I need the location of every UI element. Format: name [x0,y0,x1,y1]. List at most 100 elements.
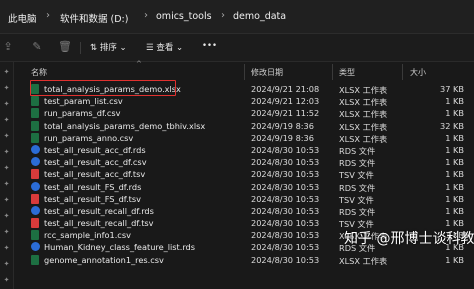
pin-icon: ✦ [3,132,10,140]
file-name: total_analysis_params_demo_tbhiv.xlsx [44,120,206,131]
command-bar: ⇪ ✎ 🗑 ⇅ 排序 ⌄ ☰ 查看 ⌄ ••• [0,34,474,62]
pin-icon: ✦ [3,196,10,204]
file-type: RDS 文件 [339,145,376,156]
file-size: 1 KB [445,218,464,229]
file-modified: 2024/9/21 11:52 [251,108,320,119]
rename-icon[interactable]: ✎ [30,40,44,54]
file-type: XLSX 工作表 [339,109,388,120]
file-modified: 2024/9/21 21:08 [251,84,320,94]
file-name: run_params_anno.csv [44,132,134,143]
file-modified: 2024/8/30 10:53 [251,242,320,253]
column-type[interactable]: 类型 [339,67,355,78]
excel-file-icon [31,254,39,265]
pin-icon: ✦ [3,164,10,172]
sort-button[interactable]: ⇅ 排序 ⌄ [90,41,127,53]
pin-icon: ✦ [3,180,10,188]
file-row[interactable]: total_analysis_params_demo_tbhiv.xlsx 202… [14,120,474,132]
rds-file-icon [31,181,40,191]
file-type: XLSX 工作表 [339,133,388,144]
view-button[interactable]: ☰ 查看 ⌄ [146,41,183,53]
file-size: 1 KB [445,181,464,192]
file-type: RDS 文件 [339,182,376,193]
pin-icon: ✦ [3,276,10,284]
file-name: test_all_result_FS_df.rds [44,181,142,192]
file-row[interactable]: run_params_df.csv 2024/9/21 11:52 XLSX 工作表… [14,107,474,119]
excel-file-icon [31,132,39,143]
file-row[interactable]: test_all_result_acc_df.tsv 2024/8/30 10:5… [14,168,474,180]
toolbar-divider [80,42,81,54]
file-row[interactable]: test_all_result_FS_df.rds 2024/8/30 10:53… [14,181,474,193]
file-modified: 2024/8/30 10:53 [251,218,320,229]
file-name: test_all_result_recall_df.tsv [44,218,154,229]
file-row[interactable]: test_all_result_acc_df.csv 2024/8/30 10:5… [14,156,474,168]
column-modified[interactable]: 修改日期 [251,67,283,78]
breadcrumb-separator: › [46,10,50,21]
file-size: 1 KB [445,144,464,155]
breadcrumb-separator: › [144,10,148,21]
file-size: 37 KB [439,84,464,94]
file-type: XLSX 工作表 [339,97,388,108]
file-type: RDS 文件 [339,158,376,169]
file-type: XLSX 工作表 [339,85,388,95]
file-type: XLSX 工作表 [339,121,388,132]
file-size: 32 KB [439,120,464,131]
file-modified: 2024/9/19 8:36 [251,120,314,131]
column-divider[interactable] [332,64,333,80]
file-name: test_all_result_recall_df.rds [44,205,154,216]
file-type: TSV 文件 [339,194,374,205]
navigation-pane[interactable]: ✦ ✦ ✦ ✦ ✦ ✦ ✦ ✦ ✦ ✦ ✦ ✦ ✦ ✦ [0,62,14,289]
tsv-file-icon [31,193,39,204]
pin-icon: ✦ [3,84,10,92]
rds-file-icon [31,205,40,215]
breadcrumb-omics-tools[interactable]: omics_tools [156,11,212,22]
watermark: 知乎 @邢博士谈科教 [344,231,474,247]
excel-file-icon [31,120,39,131]
column-name[interactable]: 名称 [31,67,47,78]
file-modified: 2024/8/30 10:53 [251,157,320,168]
file-row[interactable]: genome_annotation1_res.csv 2024/8/30 10:5… [14,254,474,266]
breadcrumb-separator: › [221,10,225,21]
file-size: 1 KB [445,254,464,265]
file-name: test_param_list.csv [44,96,123,107]
excel-file-icon [31,96,39,107]
pin-icon: ✦ [3,212,10,220]
file-type: RDS 文件 [339,206,376,217]
file-row[interactable]: test_all_result_recall_df.rds 2024/8/30 1… [14,205,474,217]
file-modified: 2024/8/30 10:53 [251,230,320,241]
file-modified: 2024/8/30 10:53 [251,205,320,216]
file-size: 1 KB [445,132,464,143]
column-divider[interactable] [244,64,245,80]
breadcrumb-drive[interactable]: 软件和数据 (D:) [60,11,128,25]
column-header: 名称 修改日期 类型 大小 [14,64,474,80]
pin-icon: ✦ [3,116,10,124]
file-name: Human_Kidney_class_feature_list.rds [44,242,196,253]
file-size: 1 KB [445,157,464,168]
pin-icon: ✦ [3,100,10,108]
file-name: test_all_result_acc_df.rds [44,144,146,155]
column-size[interactable]: 大小 [410,67,426,78]
share-icon[interactable]: ⇪ [1,40,15,54]
column-divider[interactable] [402,64,403,80]
file-row[interactable]: run_params_anno.csv 2024/9/19 8:36 XLSX 工作… [14,132,474,144]
pin-icon: ✦ [3,148,10,156]
delete-icon[interactable]: 🗑 [58,40,72,54]
file-modified: 2024/8/30 10:53 [251,193,320,204]
sort-label: 排序 [99,43,117,53]
file-name: test_all_result_acc_df.tsv [44,169,146,180]
file-name: genome_annotation1_res.csv [44,254,164,265]
pin-icon: ✦ [3,68,10,76]
highlight-box [30,80,176,96]
file-type: XLSX 工作表 [339,255,388,266]
pin-icon: ✦ [3,244,10,252]
breadcrumb-demo-data[interactable]: demo_data [233,11,286,22]
file-type: TSV 文件 [339,170,374,181]
rds-file-icon [31,157,40,167]
file-row[interactable]: test_param_list.csv 2024/9/21 12:03 XLSX 工… [14,95,474,107]
rds-file-icon [31,144,40,154]
file-row[interactable]: test_all_result_FS_df.tsv 2024/8/30 10:53… [14,193,474,205]
file-size: 1 KB [445,205,464,216]
more-options-button[interactable]: ••• [202,41,217,51]
file-size: 1 KB [445,169,464,180]
file-row[interactable]: test_all_result_acc_df.rds 2024/8/30 10:5… [14,144,474,156]
breadcrumb-this-pc[interactable]: 此电脑 [8,11,37,25]
